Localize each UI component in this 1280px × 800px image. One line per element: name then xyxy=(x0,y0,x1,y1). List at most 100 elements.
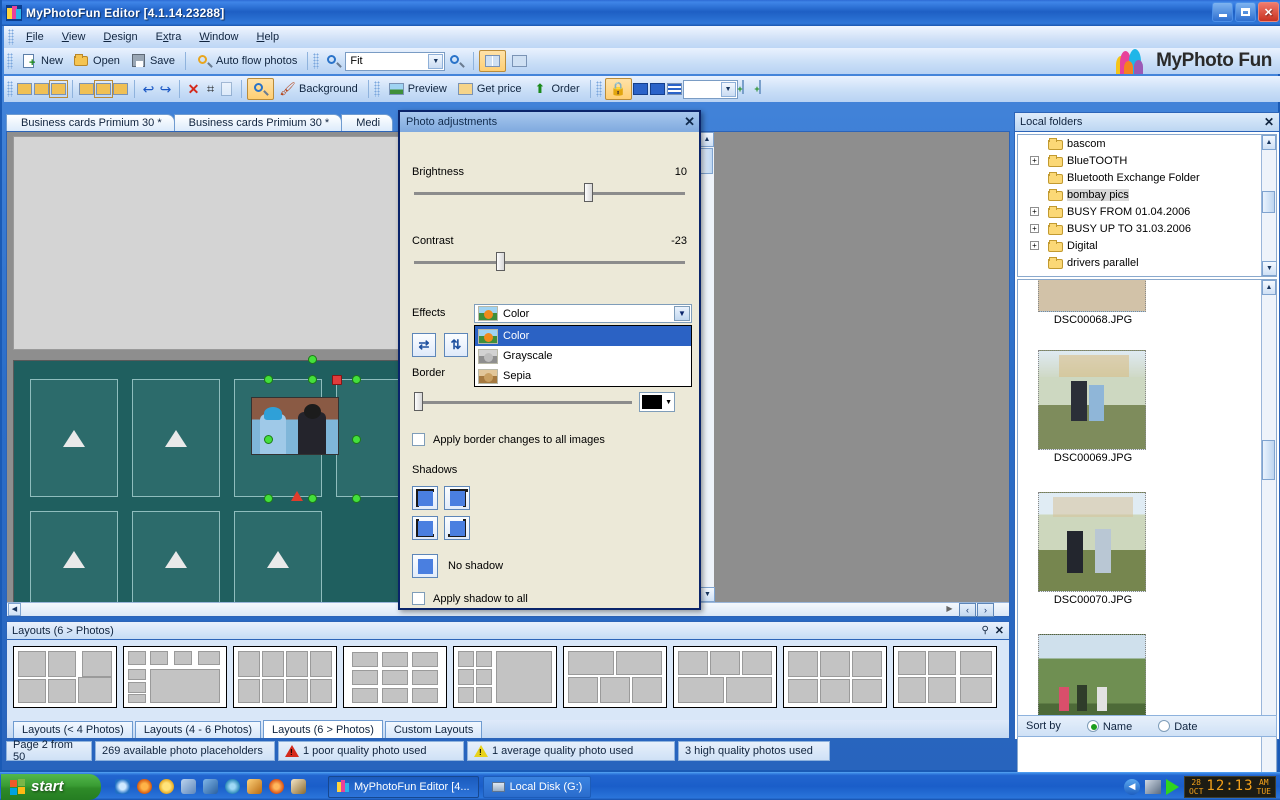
toolbar-grip-3[interactable] xyxy=(7,81,13,97)
align-left-icon[interactable] xyxy=(16,81,33,97)
shadow-top-right-button[interactable] xyxy=(444,486,470,510)
chevron-down-icon[interactable]: ▼ xyxy=(720,81,736,97)
align-right-icon[interactable] xyxy=(49,80,68,98)
tree-item-busy-from[interactable]: + BUSY FROM 01.04.2006 xyxy=(1018,203,1276,220)
scrollbar-thumb[interactable] xyxy=(1262,440,1275,480)
auto-flow-photos-button[interactable]: Auto flow photos xyxy=(191,50,302,72)
photo-placeholder[interactable] xyxy=(132,379,220,497)
menu-window[interactable]: Window xyxy=(190,29,247,45)
menu-view[interactable]: View xyxy=(53,29,95,45)
shadow-bottom-right-button[interactable] xyxy=(444,516,470,540)
zoom-in-icon[interactable] xyxy=(325,53,342,69)
previous-page-button[interactable]: ‹ xyxy=(959,603,976,617)
pin-icon[interactable]: ⚲ xyxy=(981,625,988,636)
grid-view-button[interactable] xyxy=(506,50,533,72)
redo-icon[interactable]: ↪ xyxy=(157,81,174,97)
dialog-close-button[interactable]: ✕ xyxy=(684,114,695,130)
document-tab-3[interactable]: Medi xyxy=(341,114,394,131)
show-desktop-icon[interactable] xyxy=(181,779,196,794)
effects-option-color[interactable]: Color xyxy=(475,326,691,346)
photo-placeholder[interactable] xyxy=(234,511,322,607)
shadow-top-left-button[interactable] xyxy=(412,486,438,510)
undo-icon[interactable]: ↩ xyxy=(140,81,157,97)
layout-thumbnail[interactable] xyxy=(13,646,117,708)
layout-thumbnail[interactable] xyxy=(783,646,887,708)
layout-thumbnail[interactable] xyxy=(453,646,557,708)
expand-icon[interactable]: + xyxy=(1030,156,1039,165)
no-shadow-button[interactable] xyxy=(412,554,438,578)
security-icon[interactable] xyxy=(291,779,306,794)
photo-placeholder[interactable] xyxy=(132,511,220,607)
border-color-picker[interactable]: ▼ xyxy=(639,392,675,412)
border-width-slider[interactable] xyxy=(414,392,632,411)
align-top-icon[interactable] xyxy=(78,81,95,97)
expand-icon[interactable]: + xyxy=(1030,241,1039,250)
scroll-right-button[interactable]: ▶ xyxy=(943,603,956,616)
next-page-button[interactable]: › xyxy=(977,603,994,617)
menu-grip[interactable] xyxy=(8,29,14,45)
scroll-up-button[interactable]: ▲ xyxy=(1262,135,1276,150)
tree-item-bascom[interactable]: bascom xyxy=(1018,135,1276,152)
rotate-handle[interactable] xyxy=(332,375,342,385)
thumbnail-item[interactable]: DSC00070.JPG xyxy=(1038,492,1148,606)
toolbar-grip-2[interactable] xyxy=(313,53,320,69)
thumbnail-item[interactable]: DSC00068.JPG xyxy=(1038,280,1148,326)
brightness-slider-thumb[interactable] xyxy=(584,183,593,202)
photo-adjustments-dialog[interactable]: Photo adjustments ✕ Brightness 10 Contra… xyxy=(398,110,701,610)
brightness-slider[interactable] xyxy=(414,183,685,202)
close-button[interactable]: ✕ xyxy=(1258,2,1279,22)
layout-thumbnail[interactable] xyxy=(123,646,227,708)
network-icon[interactable] xyxy=(1144,779,1161,794)
play-icon[interactable] xyxy=(1165,778,1179,795)
document-tab-1[interactable]: Business cards Primium 30 * xyxy=(6,114,175,131)
show-hidden-icons-button[interactable]: ◀ xyxy=(1123,778,1140,795)
document-tab-2[interactable]: Business cards Primium 30 * xyxy=(173,114,343,131)
layouts-panel-close-button[interactable]: ✕ xyxy=(995,624,1004,637)
layout-thumbnail[interactable] xyxy=(893,646,997,708)
thumbnail-image[interactable] xyxy=(1038,350,1146,450)
layout-thumbnail[interactable] xyxy=(343,646,447,708)
resize-handle-top[interactable] xyxy=(308,355,317,364)
toolbar-grip-4[interactable] xyxy=(373,81,380,97)
photo-placeholder[interactable] xyxy=(30,511,118,607)
tab-layouts-4-to-6[interactable]: Layouts (4 - 6 Photos) xyxy=(134,721,262,738)
order-button[interactable]: ⬆ Order xyxy=(526,78,584,100)
thumbnail-item[interactable]: DSC00069.JPG xyxy=(1038,350,1148,464)
messenger-icon[interactable] xyxy=(159,779,174,794)
minimize-button[interactable] xyxy=(1212,2,1233,22)
tree-vertical-scrollbar[interactable]: ▲ ▼ xyxy=(1261,135,1276,276)
align-center-icon[interactable] xyxy=(33,81,50,97)
border-width-slider-thumb[interactable] xyxy=(414,392,423,411)
start-button[interactable]: start xyxy=(1,773,101,800)
open-button[interactable]: Open xyxy=(68,50,125,72)
resize-handle[interactable] xyxy=(352,494,361,503)
add-text-page-icon[interactable]: + xyxy=(754,80,776,97)
tab-layouts-under-4[interactable]: Layouts (< 4 Photos) xyxy=(13,721,133,738)
expand-icon[interactable]: + xyxy=(1030,207,1039,216)
grid-toggle-icon[interactable] xyxy=(666,81,683,97)
get-price-button[interactable]: Get price xyxy=(452,78,527,100)
layout-thumbnail[interactable] xyxy=(563,646,667,708)
align-middle-icon[interactable] xyxy=(94,80,113,98)
canvas-vertical-scrollbar[interactable]: ▲ ▼ xyxy=(699,132,715,602)
apply-shadow-all-checkbox[interactable] xyxy=(412,592,425,605)
page-combo[interactable]: ▼ xyxy=(682,79,738,99)
copy-icon[interactable] xyxy=(219,81,236,97)
scroll-down-button[interactable]: ▼ xyxy=(1262,261,1276,276)
delete-icon[interactable]: ✕ xyxy=(185,81,202,97)
effects-option-grayscale[interactable]: Grayscale xyxy=(475,346,691,366)
toolbar-grip-1[interactable] xyxy=(7,53,13,69)
expand-icon[interactable]: + xyxy=(1030,224,1039,233)
resize-handle[interactable] xyxy=(308,375,317,384)
zoom-out-icon[interactable] xyxy=(448,53,465,69)
media-player-icon[interactable] xyxy=(137,779,152,794)
menu-design[interactable]: Design xyxy=(94,29,146,45)
task-local-disk[interactable]: Local Disk (G:) xyxy=(482,775,592,798)
tree-item-bluetooth-exchange[interactable]: Bluetooth Exchange Folder xyxy=(1018,169,1276,186)
tree-item-drivers-parallel[interactable]: drivers parallel xyxy=(1018,254,1276,271)
dock-close-button[interactable]: ✕ xyxy=(1264,115,1274,129)
toolbar-grip-5[interactable] xyxy=(595,81,602,97)
menu-extra[interactable]: Extra xyxy=(147,29,191,45)
zoom-level-combo[interactable]: Fit ▼ xyxy=(345,51,446,71)
lock-button[interactable]: 🔒 xyxy=(604,78,632,100)
